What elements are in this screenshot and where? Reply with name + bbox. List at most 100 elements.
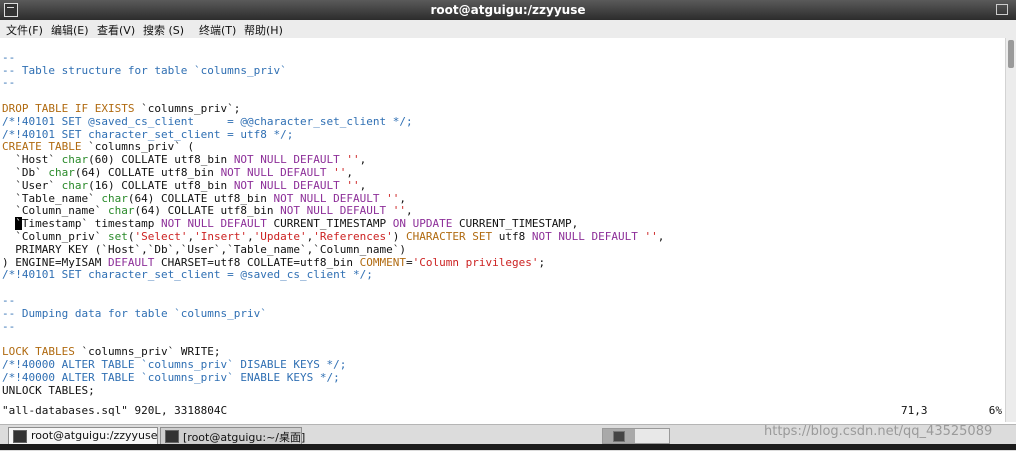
code-token: `Column_name` xyxy=(2,204,108,218)
menu-edit[interactable]: 编辑(E) xyxy=(51,22,89,38)
terminal-line: PRIMARY KEY (`Host`,`Db`,`User`,`Table_n… xyxy=(2,243,406,256)
code-token: , xyxy=(406,204,413,218)
code-token: 'Insert' xyxy=(194,230,248,243)
terminal-line: /*!40000 ALTER TABLE `columns_priv` ENAB… xyxy=(2,371,340,384)
terminal-scrollbar[interactable] xyxy=(1005,38,1016,422)
terminal-line: `Timestamp` timestamp NOT NULL DEFAULT C… xyxy=(2,217,578,231)
code-token: , xyxy=(657,230,665,243)
code-token: '' xyxy=(346,153,360,167)
watermark: https://blog.csdn.net/qq_43525089 xyxy=(764,424,993,439)
terminal-line: ) ENGINE=MyISAM DEFAULT CHARSET=utf8 COL… xyxy=(2,256,545,269)
code-token: NOT NULL DEFAULT xyxy=(220,166,327,179)
menu-help[interactable]: 帮助(H) xyxy=(244,22,283,38)
terminal-output[interactable]: -- -- Table structure for table `columns_… xyxy=(0,38,1006,422)
code-token: -- xyxy=(2,294,16,307)
code-token: 'Column privileges' xyxy=(412,255,539,269)
terminal-line: UNLOCK TABLES; xyxy=(2,384,95,397)
code-token: `Host` xyxy=(2,153,62,167)
code-token: 'Select' xyxy=(134,230,188,243)
terminal-line: /*!40101 SET @saved_cs_client = @@charac… xyxy=(2,115,413,128)
code-token: ON UPDATE xyxy=(392,217,453,231)
window-titlebar[interactable]: root@atguigu:/zzyyuse xyxy=(0,0,1016,20)
code-token: /*!40000 ALTER TABLE `columns_priv` DISA… xyxy=(2,358,347,371)
scroll-percent: 6% xyxy=(988,404,1002,417)
code-token: NOT NULL DEFAULT xyxy=(531,230,638,243)
file-info: "all-databases.sql" 920L, 3318804C xyxy=(2,404,228,417)
code-token: '' xyxy=(644,230,658,243)
maximize-icon[interactable] xyxy=(996,4,1008,15)
menu-view[interactable]: 查看(V) xyxy=(97,22,135,38)
code-token: NOT NULL DEFAULT xyxy=(273,191,380,205)
window-title: root@atguigu:/zzyyuse xyxy=(430,3,586,17)
code-token: `User` xyxy=(2,178,62,192)
code-token: char xyxy=(101,191,128,205)
terminal-line: -- xyxy=(2,320,15,333)
code-token: /*!40101 SET character_set_client = @sav… xyxy=(2,268,373,282)
code-token: NOT NULL DEFAULT xyxy=(160,217,267,231)
code-token: LOCK TABLES xyxy=(2,345,75,359)
terminal-line: /*!40000 ALTER TABLE `columns_priv` DISA… xyxy=(2,358,346,371)
terminal-line: -- xyxy=(2,294,15,307)
code-token: utf8 xyxy=(492,230,532,243)
code-token: /*!40000 ALTER TABLE `columns_priv` ENAB… xyxy=(2,370,340,384)
code-token: set xyxy=(107,230,128,243)
text-cursor: ` xyxy=(15,217,22,231)
code-token: -- Dumping data for table `columns_priv` xyxy=(2,306,267,320)
terminal-line: `Db` char(64) COLLATE utf8_bin NOT NULL … xyxy=(2,166,353,179)
vim-status-line: "all-databases.sql" 920L, 3318804C 71,3 … xyxy=(0,404,1006,418)
code-token: (60) COLLATE utf8_bin xyxy=(88,153,234,167)
code-token: UNLOCK TABLES; xyxy=(2,383,95,397)
terminal-line: CREATE TABLE `columns_priv` ( xyxy=(2,140,194,153)
terminal-line: -- Table structure for table `columns_pr… xyxy=(2,64,287,77)
terminal-icon xyxy=(13,430,27,443)
terminal-line: `Column_priv` set('Select','Insert','Upd… xyxy=(2,230,664,243)
taskbar-item-terminal-zzyyuse[interactable]: root@atguigu:/zzyyuse xyxy=(8,427,158,445)
taskbar-item-label: [root@atguigu:~/桌面] xyxy=(183,431,306,444)
code-token: NOT NULL DEFAULT xyxy=(233,178,340,192)
code-token: -- xyxy=(2,50,16,64)
code-token: DEFAULT xyxy=(107,255,155,269)
terminal-line: `User` char(16) COLLATE utf8_bin NOT NUL… xyxy=(2,179,366,192)
code-token: PRIMARY KEY (`Host`,`Db`,`User`,`Table_n… xyxy=(2,242,406,256)
code-token: `columns_priv`; xyxy=(134,102,241,115)
code-token: `columns_priv` WRITE; xyxy=(74,345,221,359)
menu-bar: 文件(F) 编辑(E) 查看(V) 搜索 (S) 终端(T) 帮助(H) xyxy=(0,20,1016,39)
code-token: '' xyxy=(333,166,347,179)
code-token: DROP TABLE IF EXISTS xyxy=(2,102,135,115)
terminal-line: `Host` char(60) COLLATE utf8_bin NOT NUL… xyxy=(2,153,366,166)
code-token: ; xyxy=(538,255,546,269)
code-token: , xyxy=(346,166,354,179)
code-token: NOT NULL DEFAULT xyxy=(233,153,340,167)
menu-search[interactable]: 搜索 (S) xyxy=(143,22,184,38)
menu-terminal[interactable]: 终端(T) xyxy=(199,22,236,38)
workspace-1[interactable] xyxy=(603,429,635,443)
code-token: -- xyxy=(2,319,16,333)
code-token: (64) COLLATE utf8_bin xyxy=(74,166,221,179)
terminal-line: -- xyxy=(2,76,15,89)
code-token: Timestamp` timestamp xyxy=(21,217,161,231)
code-token: `Table_name` xyxy=(2,191,102,205)
taskbar-item-terminal-desktop[interactable]: [root@atguigu:~/桌面] xyxy=(160,427,306,445)
code-token: CURRENT_TIMESTAMP xyxy=(266,217,393,231)
code-token: = xyxy=(406,255,413,269)
terminal-line: LOCK TABLES `columns_priv` WRITE; xyxy=(2,345,221,358)
code-token: 'References' xyxy=(313,230,393,243)
terminal-line: `Column_name` char(64) COLLATE utf8_bin … xyxy=(2,204,413,218)
cursor-position: 71,3 xyxy=(901,404,928,417)
menu-file[interactable]: 文件(F) xyxy=(6,22,43,38)
terminal-line: -- Dumping data for table `columns_priv` xyxy=(2,307,267,320)
workspace-switcher[interactable] xyxy=(602,428,670,444)
code-token: '' xyxy=(392,204,407,218)
scrollbar-thumb[interactable] xyxy=(1008,40,1014,68)
code-token: ) ENGINE=MyISAM xyxy=(2,255,108,269)
code-token: COMMENT xyxy=(359,255,406,269)
code-token: -- Table structure for table `columns_pr… xyxy=(2,63,287,77)
code-token: -- xyxy=(2,76,16,90)
code-token: char xyxy=(48,166,75,179)
code-token: , xyxy=(399,191,407,205)
terminal-line: -- xyxy=(2,51,15,64)
code-token: (16) COLLATE utf8_bin xyxy=(88,178,234,192)
code-token: '' xyxy=(346,178,360,192)
code-token: NOT NULL DEFAULT xyxy=(280,204,387,218)
